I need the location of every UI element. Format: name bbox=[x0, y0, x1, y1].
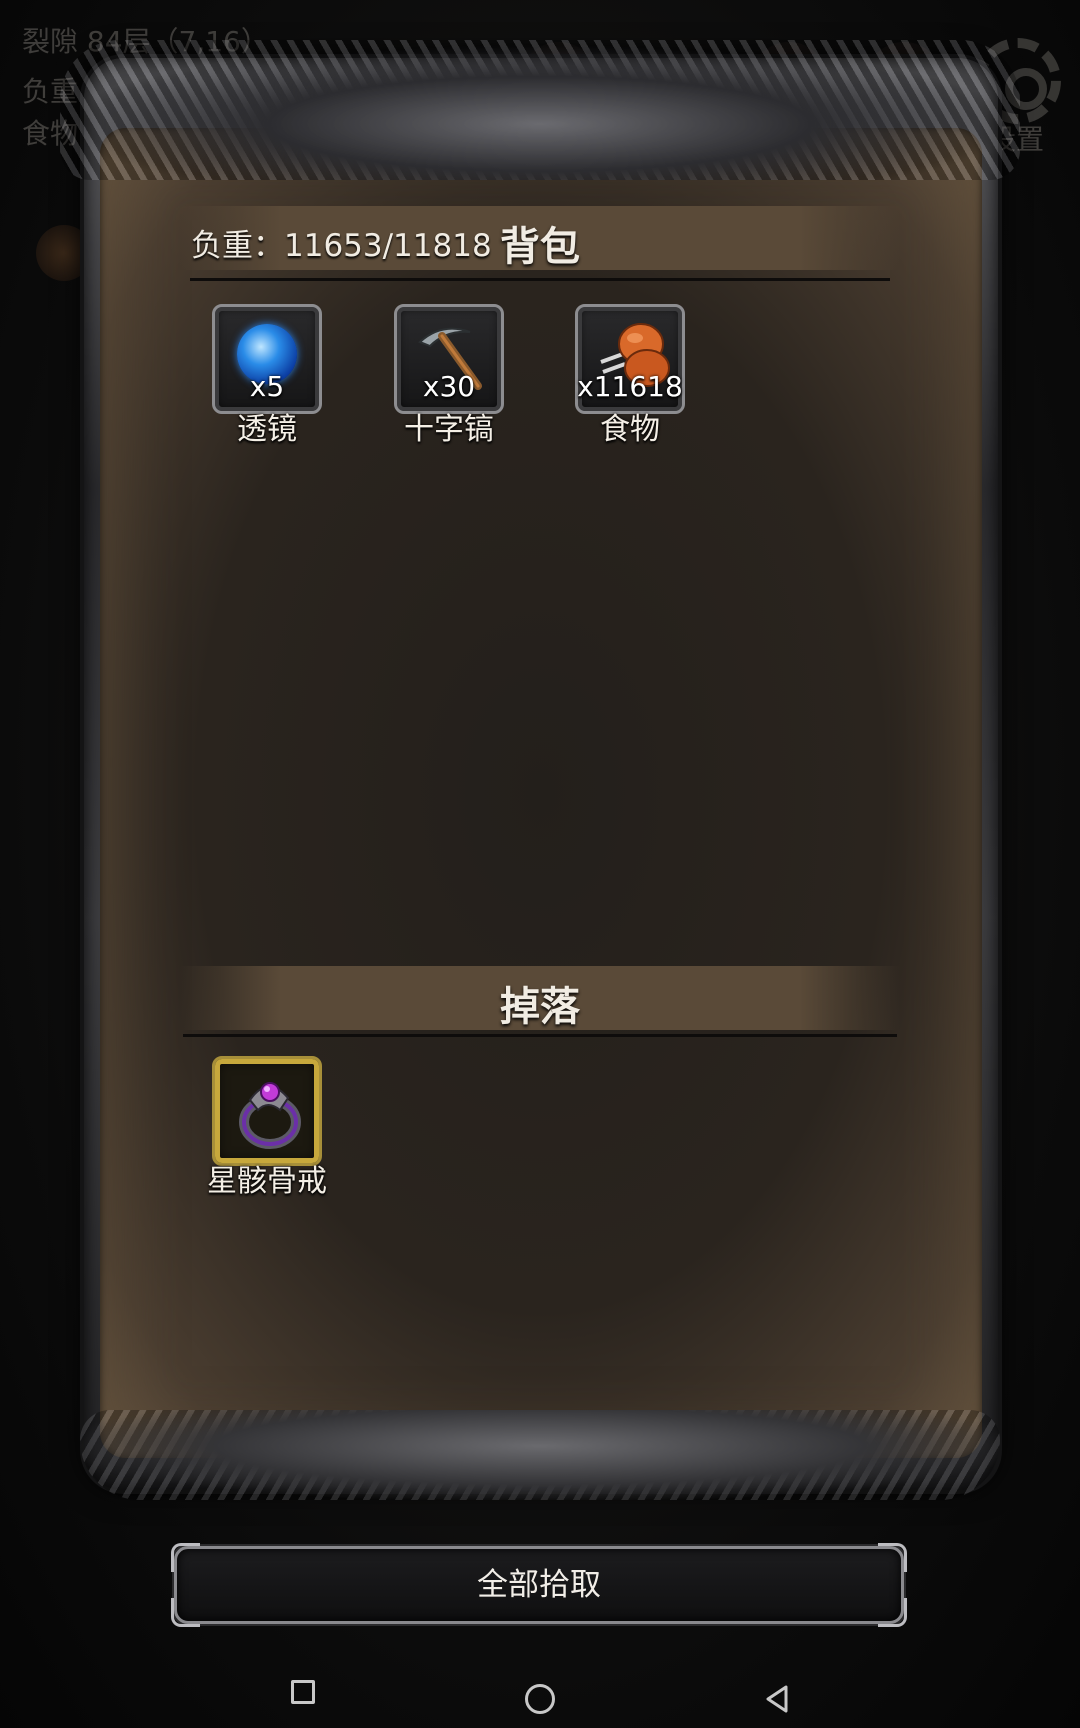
bag-item-pickaxe[interactable]: x30 十字镐 bbox=[394, 304, 504, 447]
recent-apps-icon[interactable] bbox=[291, 1680, 315, 1704]
item-name: 星骸骨戒 bbox=[207, 1164, 327, 1199]
item-name: 透镜 bbox=[237, 412, 297, 447]
item-name: 食物 bbox=[600, 412, 660, 447]
bag-title: 背包 bbox=[500, 224, 580, 270]
item-name: 十字镐 bbox=[404, 412, 494, 447]
pickup-all-button[interactable]: 全部拾取 bbox=[171, 1543, 907, 1627]
panel-bottom-ornament bbox=[80, 1410, 1000, 1500]
drop-header-divider bbox=[183, 1034, 897, 1037]
ring-icon bbox=[239, 1082, 301, 1149]
back-icon[interactable] bbox=[762, 1684, 792, 1714]
pickup-all-label: 全部拾取 bbox=[477, 1567, 601, 1603]
item-count: x5 bbox=[249, 370, 285, 403]
drop-item-ring[interactable]: 星骸骨戒 bbox=[207, 1056, 327, 1199]
home-icon[interactable] bbox=[525, 1684, 555, 1714]
carry-weight-label: 负重：11653/11818 bbox=[191, 228, 492, 264]
panel-top-ornament bbox=[60, 40, 1020, 180]
bag-item-lens[interactable]: x5 透镜 bbox=[212, 304, 322, 447]
bag-item-food[interactable]: x11618 食物 bbox=[575, 304, 685, 447]
bag-header-divider bbox=[190, 278, 890, 281]
item-count: x11618 bbox=[577, 370, 683, 403]
game-screen: 裂隙 84层（7,16） 负重：11653/ 食物 设置 负重：11653/11… bbox=[0, 0, 1080, 1728]
drop-title: 掉落 bbox=[500, 984, 580, 1030]
item-count: x30 bbox=[422, 370, 476, 403]
